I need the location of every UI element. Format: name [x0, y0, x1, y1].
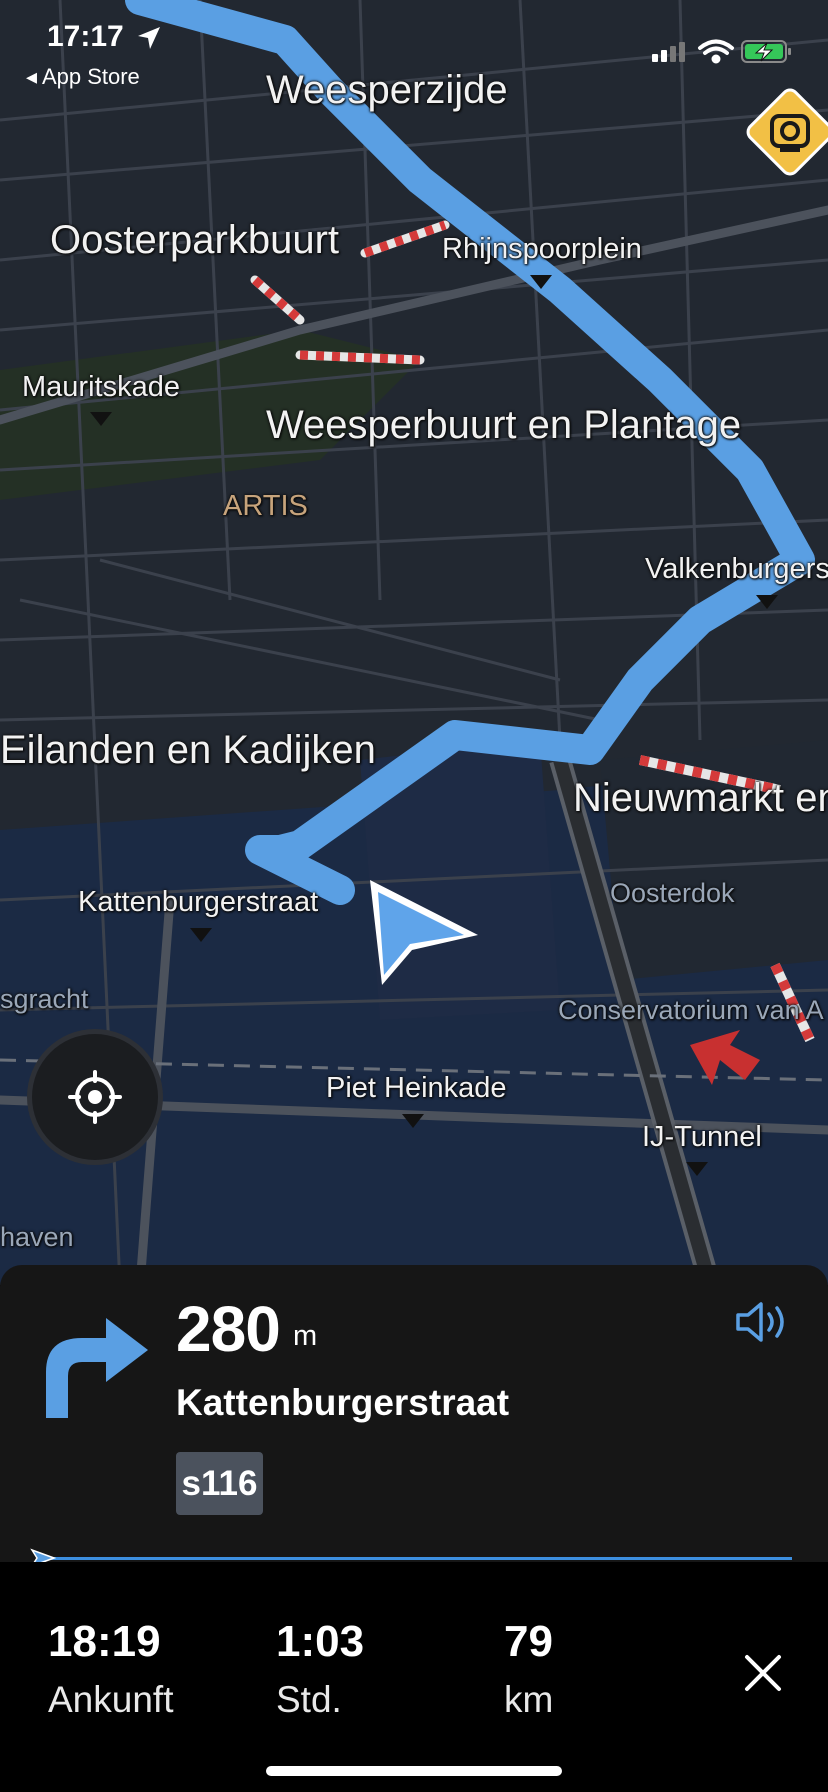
recenter-button[interactable] — [32, 1034, 158, 1160]
map-label-conservatorium: Conservatorium van A — [558, 995, 824, 1025]
maneuver-distance: 280 — [176, 1293, 281, 1365]
status-time-text: 17:17 — [47, 20, 124, 53]
map-label-piet-heinkade: Piet Heinkade — [326, 1072, 507, 1104]
status-time: 17:17 — [47, 20, 162, 54]
map-pin — [190, 928, 212, 942]
road-number-badge: s116 — [176, 1452, 263, 1515]
signal-icon — [652, 42, 685, 62]
map-label-eilanden: Eilanden en Kadijken — [0, 728, 376, 772]
duration-label: Std. — [276, 1679, 342, 1720]
map-label-artis: ARTIS — [223, 490, 308, 522]
map-label-haven: haven — [0, 1222, 74, 1252]
map-pin — [90, 412, 112, 426]
map-label-gracht: sgracht — [0, 984, 89, 1014]
arrival-stat: 18:19 Ankunft — [48, 1617, 173, 1721]
map-label-kattenburgerstraat: Kattenburgerstraat — [78, 886, 319, 918]
map-label-rhijnspoorplein: Rhijnspoorplein — [442, 233, 642, 265]
map-pin — [530, 275, 552, 289]
maneuver-street: Kattenburgerstraat — [176, 1382, 510, 1423]
status-bar: 17:17 ◂ App Store — [0, 0, 828, 95]
status-icons — [652, 39, 791, 64]
map-pin — [756, 595, 778, 609]
remaining-distance-value: 79 — [504, 1617, 553, 1666]
map-label-valkenburgers: Valkenburgers — [645, 553, 828, 585]
map-label-oosterparkbuurt: Oosterparkbuurt — [50, 218, 340, 262]
location-arrow-icon — [138, 27, 161, 50]
battery-charging-icon — [741, 40, 791, 63]
close-icon[interactable] — [738, 1648, 788, 1698]
arrival-time: 18:19 — [48, 1617, 161, 1666]
crosshair-icon — [68, 1070, 122, 1124]
duration-value: 1:03 — [276, 1617, 365, 1666]
map-pin — [402, 1114, 424, 1128]
map-pin — [686, 1162, 708, 1176]
wifi-icon — [698, 39, 734, 64]
map-label-nieuwmarkt: Nieuwmarkt en — [573, 776, 828, 820]
home-indicator[interactable] — [266, 1766, 562, 1776]
map-label-ij-tunnel: IJ-Tunnel — [642, 1121, 762, 1153]
turn-right-icon — [46, 1318, 148, 1418]
arrival-label: Ankunft — [48, 1679, 174, 1720]
remaining-distance-label: km — [504, 1679, 554, 1720]
duration-stat: 1:03 Std. — [276, 1617, 364, 1721]
remaining-distance-stat: 79 km — [504, 1617, 553, 1721]
map-label-weesperbuurt: Weesperbuurt en Plantage — [266, 403, 742, 447]
back-to-app-store[interactable]: ◂ App Store — [26, 64, 140, 90]
maneuver-distance-unit: m — [293, 1320, 318, 1352]
speed-camera-icon[interactable] — [736, 78, 828, 186]
map-label-mauritskade: Mauritskade — [22, 371, 180, 403]
map-label-oosterdok: Oosterdok — [610, 878, 735, 908]
speaker-icon[interactable] — [735, 1300, 791, 1344]
route-progress-track — [42, 1557, 792, 1560]
